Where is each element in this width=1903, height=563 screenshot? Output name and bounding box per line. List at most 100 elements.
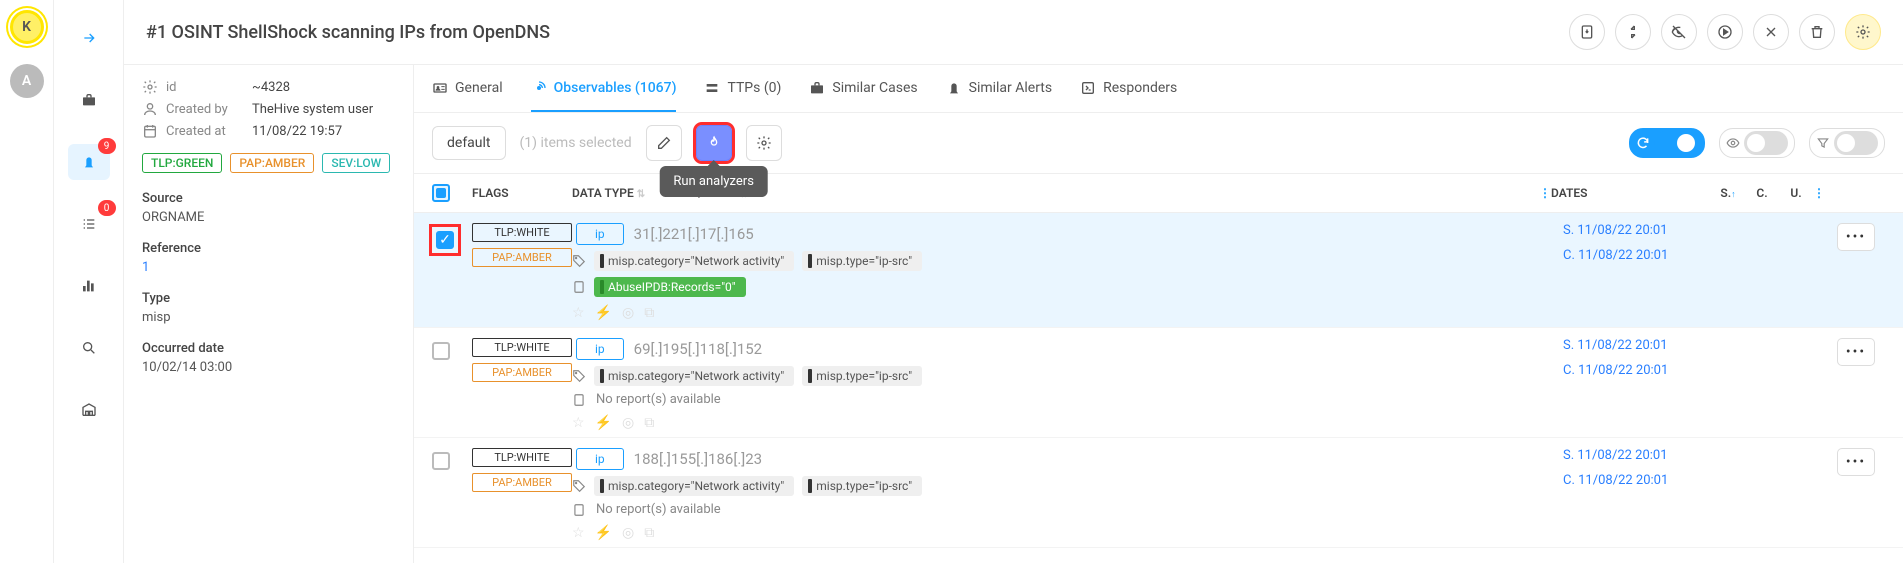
occurred-label: Occurred date (142, 341, 395, 356)
link-icon[interactable]: ⧉ (644, 305, 654, 321)
main-panel: #1 OSINT ShellShock scanning IPs from Op… (124, 0, 1903, 563)
edit-button[interactable] (646, 125, 682, 161)
tab-responders[interactable]: Responders (1080, 65, 1177, 112)
report-tag: AbuseIPDB:Records="0" (594, 277, 746, 297)
tab-ttps[interactable]: TTPs (0) (704, 65, 781, 112)
nav-dashboard-icon[interactable] (68, 268, 110, 304)
table-row[interactable]: ✓TLP:WHITEPAP:AMBERip31[.]221[.]17[.]165… (414, 213, 1903, 328)
meta-created-by-value: TheHive system user (252, 102, 373, 117)
row-value-cell: ip69[.]195[.]118[.]152misp.category="Net… (572, 338, 1563, 431)
meta-created-at-label: Created at (166, 124, 244, 139)
settings-button[interactable] (1845, 14, 1881, 50)
meta-created-at: Created at 11/08/22 19:57 (142, 123, 395, 139)
tlp-badge: TLP:WHITE (472, 223, 572, 242)
nav-search-icon[interactable] (68, 330, 110, 366)
row-action-icons: ☆ ⚡ ◎ ⧉ (572, 305, 1563, 321)
delete-button[interactable] (1799, 14, 1835, 50)
col-datatype[interactable]: DATA TYPE⇅ (572, 186, 662, 200)
observable-value[interactable]: 69[.]195[.]118[.]152 (634, 340, 762, 358)
table-row[interactable]: TLP:WHITE PAP:AMBERip69[.]195[.]118[.]152… (414, 328, 1903, 438)
nav-forward-icon[interactable] (68, 20, 110, 56)
nav-alerts-icon[interactable]: 9 (68, 144, 110, 180)
misp-tag: misp.type="ip-src" (802, 251, 922, 271)
row-checkbox[interactable] (432, 452, 450, 470)
tlp-chip: TLP:GREEN (142, 153, 222, 173)
avatar-user[interactable]: A (10, 64, 44, 98)
tab-general[interactable]: General (432, 65, 503, 112)
run-button[interactable] (1707, 14, 1743, 50)
header-actions (1569, 14, 1881, 50)
toggle-switch[interactable] (1744, 131, 1788, 155)
sev-chip: SEV:LOW (322, 153, 390, 173)
page-title: #1 OSINT ShellShock scanning IPs from Op… (146, 22, 550, 43)
close-button[interactable] (1753, 14, 1789, 50)
export-button[interactable] (1569, 14, 1605, 50)
pencil-icon (656, 135, 672, 151)
star-icon[interactable]: ☆ (572, 415, 585, 431)
col-c[interactable]: C. (1745, 186, 1779, 200)
fire-icon (706, 135, 722, 151)
tag-icon (572, 254, 586, 268)
col-value[interactable]: VALUE/NAME⇅ (662, 186, 1539, 200)
toggle-switch[interactable] (1834, 131, 1878, 155)
tab-similar-cases[interactable]: Similar Cases (809, 65, 917, 112)
row-value-cell: ip188[.]155[.]186[.]23misp.category="Net… (572, 448, 1563, 541)
date-sighted: S. 11/08/22 20:01 (1563, 448, 1723, 463)
source-label: Source (142, 191, 395, 206)
observable-value[interactable]: 188[.]155[.]186[.]23 (634, 450, 762, 468)
no-report-text: No report(s) available (596, 392, 721, 407)
toggle-switch[interactable] (1654, 131, 1698, 155)
toolbar-settings-button[interactable] (746, 125, 782, 161)
eye-icon[interactable]: ◎ (622, 305, 634, 321)
row-checkbox[interactable] (432, 342, 450, 360)
gear-icon (142, 79, 158, 95)
row-checkbox[interactable]: ✓ (436, 231, 454, 249)
tabs: General Observables (1067) TTPs (0) Simi… (414, 65, 1903, 113)
table-row[interactable]: TLP:WHITEPAP:AMBERip188[.]155[.]186[.]23… (414, 438, 1903, 548)
row-dates: S. 11/08/22 20:01C. 11/08/22 20:01 (1563, 338, 1723, 378)
pap-badge: PAP:AMBER (472, 363, 572, 382)
tlp-badge: TLP:WHITE (472, 338, 572, 357)
select-all-checkbox[interactable] (432, 184, 450, 202)
col-flags[interactable]: FLAGS (472, 186, 572, 200)
col-s[interactable]: S.↑ (1711, 186, 1745, 200)
type-label: Type (142, 291, 395, 306)
link-icon[interactable]: ⧉ (644, 525, 654, 541)
avatar-current-user[interactable]: K (10, 10, 44, 44)
tab-similar-alerts[interactable]: Similar Alerts (946, 65, 1053, 112)
tab-observables-label: Observables (1067) (554, 80, 677, 96)
nav-org-icon[interactable] (68, 392, 110, 428)
tab-similar-cases-label: Similar Cases (832, 80, 917, 96)
tab-observables[interactable]: Observables (1067) (531, 65, 677, 112)
meta-id-label: id (166, 80, 244, 95)
content-panel: General Observables (1067) TTPs (0) Simi… (414, 65, 1903, 563)
col-u[interactable]: U. (1779, 186, 1813, 200)
toolbar: default (1) items selected Run analyzers (414, 113, 1903, 173)
row-menu-button[interactable]: ••• (1837, 223, 1875, 251)
refresh-toggle[interactable] (1629, 128, 1705, 158)
eye-icon[interactable]: ◎ (622, 525, 634, 541)
datatype-chip: ip (576, 448, 624, 470)
link-icon[interactable]: ⧉ (644, 415, 654, 431)
avatar-rail: K A (0, 0, 54, 563)
filter-icon (1816, 136, 1830, 150)
nav-briefcase-icon[interactable] (68, 82, 110, 118)
row-menu-button[interactable]: ••• (1837, 448, 1875, 476)
eye-icon[interactable]: ◎ (622, 415, 634, 431)
star-icon[interactable]: ☆ (572, 305, 585, 321)
row-menu-button[interactable]: ••• (1837, 338, 1875, 366)
bolt-icon[interactable]: ⚡ (595, 415, 612, 431)
reference-value[interactable]: 1 (142, 260, 395, 275)
col-dates[interactable]: DATES (1551, 186, 1711, 200)
nav-tasks-icon[interactable]: 0 (68, 206, 110, 242)
collapse-button[interactable] (1615, 14, 1651, 50)
run-analyzers-button[interactable]: Run analyzers (696, 125, 732, 161)
eye-toggle[interactable] (1719, 128, 1795, 158)
star-icon[interactable]: ☆ (572, 525, 585, 541)
default-filter-button[interactable]: default (432, 126, 506, 160)
bolt-icon[interactable]: ⚡ (595, 525, 612, 541)
hide-button[interactable] (1661, 14, 1697, 50)
filter-toggle[interactable] (1809, 128, 1885, 158)
bolt-icon[interactable]: ⚡ (595, 305, 612, 321)
observable-value[interactable]: 31[.]221[.]17[.]165 (634, 225, 754, 243)
